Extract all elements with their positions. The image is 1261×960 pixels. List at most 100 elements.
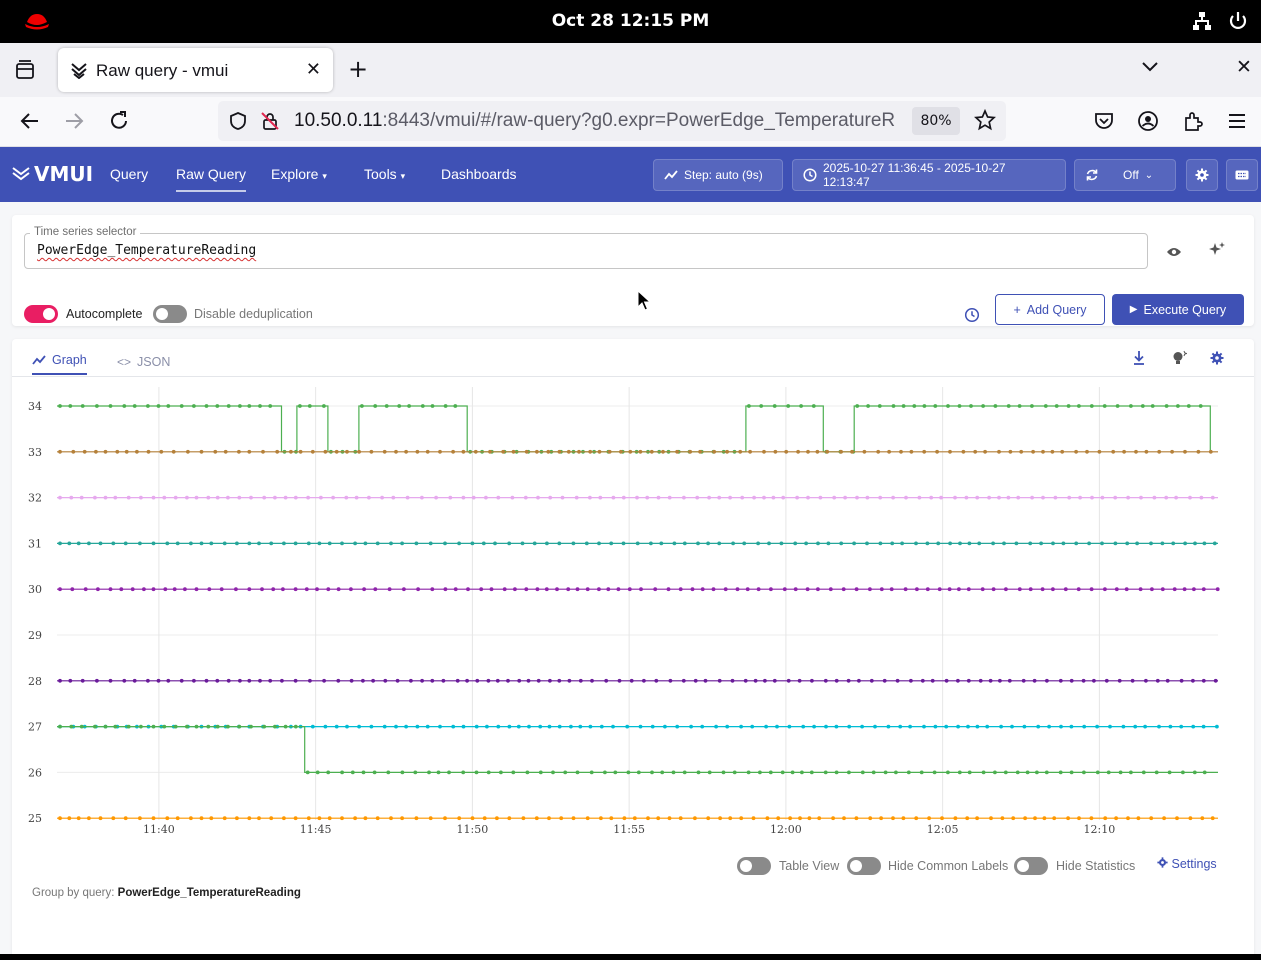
sparkle-icon[interactable] (1209, 241, 1225, 261)
series-point (1031, 449, 1035, 454)
series-point (1155, 678, 1160, 683)
series-point (488, 449, 492, 454)
series-point (790, 770, 795, 775)
series-point (812, 724, 816, 729)
series-point (340, 816, 344, 821)
insecure-lock-icon[interactable] (260, 111, 280, 135)
y-tick-label: 31 (28, 537, 42, 550)
series-point (740, 495, 745, 500)
zoom-level-button[interactable]: 80% (912, 107, 960, 135)
add-query-button[interactable]: + Add Query (995, 294, 1105, 325)
eye-icon[interactable] (1166, 243, 1182, 262)
step-button[interactable]: Step: auto (9s) (653, 159, 783, 191)
history-icon[interactable] (964, 307, 980, 327)
lightbulb-icon[interactable] (1171, 350, 1188, 370)
series-point (119, 587, 124, 592)
legend-settings-link[interactable]: Settings (1157, 857, 1217, 871)
series-point (172, 587, 177, 592)
series-point (1186, 404, 1191, 408)
refresh-control[interactable]: Off ⌄ (1074, 159, 1176, 191)
nav-tools[interactable]: Tools ▾ (364, 166, 405, 182)
series-point (499, 770, 503, 775)
x-tick-label: 12:00 (770, 823, 802, 836)
window-close-icon[interactable]: ✕ (1236, 56, 1252, 78)
temperature-chart[interactable]: 34 33 32 31 30 29 28 27 26 25 11:40 11:45 11:50 11:55… (12, 387, 1254, 837)
hide-common-labels-toggle[interactable] (847, 857, 881, 875)
series-point (1074, 541, 1079, 546)
extensions-icon[interactable] (1182, 110, 1204, 136)
bookmark-star-icon[interactable] (974, 108, 996, 135)
series-point (427, 770, 431, 775)
nav-dashboards[interactable]: Dashboards (441, 166, 517, 182)
series-point (869, 678, 874, 683)
series-point (957, 587, 961, 592)
vmui-logo[interactable]: VMUI (12, 162, 93, 186)
series-point (988, 678, 993, 683)
series-point (317, 541, 322, 546)
account-icon[interactable] (1137, 110, 1159, 136)
series-point (1121, 724, 1126, 729)
new-tab-icon[interactable]: + (348, 55, 368, 83)
series-point (1124, 587, 1129, 592)
series-point (146, 404, 150, 408)
series-point (192, 404, 196, 408)
series-point (371, 678, 375, 683)
series-point (204, 404, 209, 408)
system-tray[interactable] (1191, 10, 1249, 36)
app-menu-icon[interactable] (1226, 110, 1248, 136)
tab-graph[interactable]: Graph (32, 349, 87, 375)
series-point (919, 770, 924, 775)
series-point (269, 816, 274, 821)
series-point (1087, 541, 1091, 546)
victoriametrics-logo-icon (12, 167, 30, 181)
series-point (249, 495, 253, 500)
graph-settings-icon[interactable] (1210, 350, 1224, 369)
pocket-icon[interactable] (1093, 110, 1115, 136)
hide-statistics-toggle[interactable] (1014, 857, 1048, 875)
list-all-tabs-icon[interactable] (1140, 59, 1160, 78)
tab-json[interactable]: <> JSON (117, 349, 170, 375)
series-point (909, 449, 914, 454)
series-point (1043, 404, 1048, 408)
series-point (728, 816, 733, 821)
table-view-toggle[interactable] (737, 857, 771, 875)
series-point (298, 449, 303, 454)
query-input[interactable]: PowerEdge_TemperatureReading (24, 233, 1148, 269)
series-point (1052, 816, 1057, 821)
series-point (786, 678, 791, 683)
forward-icon[interactable] (62, 109, 86, 137)
settings-button[interactable] (1186, 159, 1218, 191)
nav-raw-query[interactable]: Raw Query (176, 166, 247, 192)
series-point (588, 495, 592, 500)
url-bar[interactable]: 10.50.0.11:8443/vmui/#/raw-query?g0.expr… (218, 101, 1006, 141)
tab-close-icon[interactable]: ✕ (306, 59, 321, 80)
series-point (336, 587, 341, 592)
url-text[interactable]: 10.50.0.11:8443/vmui/#/raw-query?g0.expr… (294, 110, 904, 132)
dedup-toggle[interactable] (153, 305, 187, 323)
series-point (448, 495, 453, 500)
shortcuts-button[interactable] (1226, 159, 1258, 191)
nav-explore[interactable]: Explore ▾ (271, 166, 327, 182)
download-icon[interactable] (1132, 350, 1146, 370)
nav-query[interactable]: Query (110, 166, 148, 182)
shield-icon[interactable] (228, 111, 248, 135)
series-point (415, 724, 420, 729)
power-icon[interactable] (1227, 10, 1249, 36)
series-point (1103, 816, 1108, 821)
series-point (681, 678, 686, 683)
series-point (146, 678, 150, 683)
group-by-header[interactable]: Group by query: PowerEdge_TemperatureRea… (32, 887, 301, 899)
time-range-button[interactable]: 2025-10-27 11:36:45 - 2025-10-27 12:13:4… (792, 159, 1066, 191)
series-point (922, 449, 927, 454)
series-point (920, 678, 925, 683)
network-icon[interactable] (1191, 10, 1213, 36)
execute-query-button[interactable]: ▶ Execute Query (1112, 294, 1244, 325)
system-clock[interactable]: Oct 28 12:15 PM (0, 11, 1261, 31)
browser-tab-active[interactable]: Raw query - vmui ✕ (58, 48, 333, 92)
autocomplete-toggle[interactable] (24, 305, 58, 323)
series-point (430, 587, 435, 592)
back-icon[interactable] (18, 109, 42, 137)
reload-icon[interactable] (107, 109, 131, 137)
tab-overview-icon[interactable] (14, 59, 36, 85)
query-expression[interactable]: PowerEdge_TemperatureReading (37, 243, 256, 258)
